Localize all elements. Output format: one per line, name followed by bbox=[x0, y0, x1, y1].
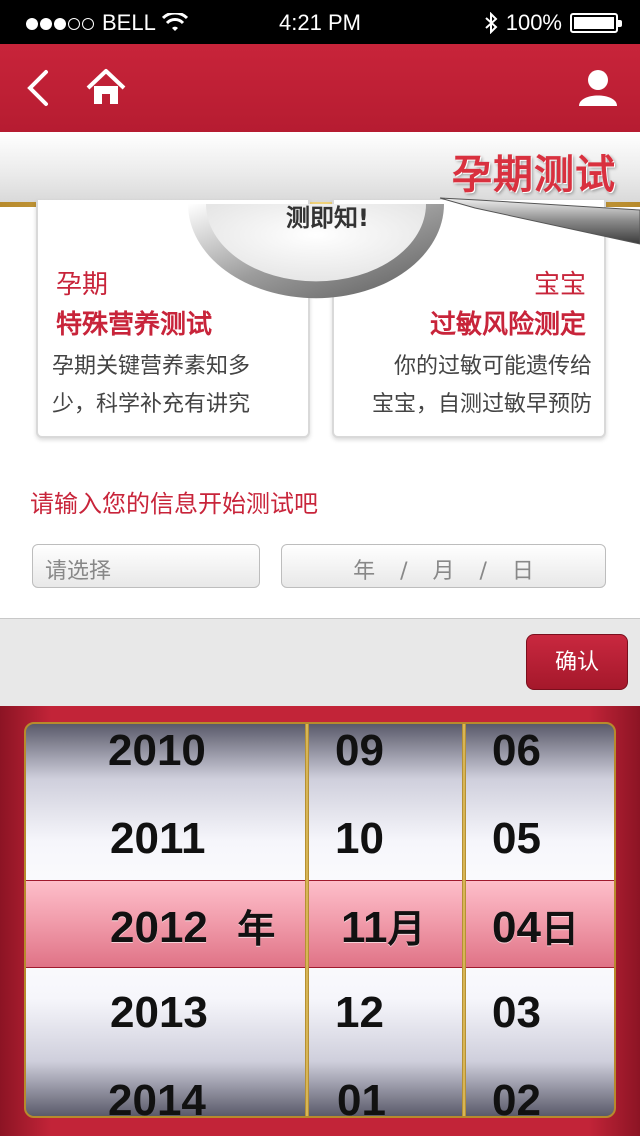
selected-month-value: 11 bbox=[341, 903, 388, 952]
form-prompt: 请输入您的信息开始测试吧 bbox=[30, 490, 318, 518]
card-description: 你的过敏可能遗传给 宝宝，自测过敏早预防 bbox=[336, 348, 592, 424]
selected-day-value: 04 bbox=[492, 903, 541, 952]
card-description-line: 少，科学补充有讲究 bbox=[52, 392, 251, 417]
selected-day: 04日 bbox=[492, 898, 579, 953]
year-option[interactable]: 2014 bbox=[108, 1076, 206, 1116]
back-arrow-icon[interactable] bbox=[18, 66, 62, 110]
year-wheel[interactable]: 2010 2011 2013 2014 2012 年 bbox=[26, 724, 305, 1116]
card-description-line: 孕期关键营养素知多 bbox=[52, 354, 251, 379]
day-option[interactable]: 03 bbox=[492, 988, 541, 1038]
month-unit: 月 bbox=[387, 907, 426, 951]
allergy-test-card[interactable]: 宝宝 过敏风险测定 你的过敏可能遗传给 宝宝，自测过敏早预防 bbox=[332, 200, 606, 438]
month-option[interactable]: 09 bbox=[335, 726, 384, 776]
card-description-line: 宝宝，自测过敏早预防 bbox=[371, 392, 592, 417]
card-description: 孕期关键营养素知多 少，科学补充有讲究 bbox=[52, 348, 302, 424]
battery-icon bbox=[570, 13, 622, 33]
card-title: 特殊营养测试 bbox=[56, 310, 213, 340]
confirm-button[interactable]: 确认 bbox=[526, 634, 628, 690]
status-right-group: 100% bbox=[484, 10, 622, 36]
year-option[interactable]: 2013 bbox=[110, 988, 208, 1038]
day-wheel[interactable]: 06 05 03 02 04日 bbox=[466, 724, 614, 1116]
magnifier-text: 测即知! bbox=[286, 204, 369, 232]
day-option[interactable]: 05 bbox=[492, 814, 541, 864]
date-picker-wheels[interactable]: 2010 2011 2013 2014 2012 年 09 10 12 01 1… bbox=[24, 722, 616, 1118]
month-option[interactable]: 12 bbox=[335, 988, 384, 1038]
battery-percent: 100% bbox=[505, 10, 562, 35]
selected-year: 2012 年 bbox=[110, 898, 275, 953]
day-option[interactable]: 02 bbox=[492, 1076, 541, 1116]
nav-bar bbox=[0, 44, 640, 132]
card-kicker: 孕期 bbox=[56, 270, 109, 300]
stage-select[interactable]: 请选择 bbox=[32, 544, 260, 588]
card-description-line: 你的过敏可能遗传给 bbox=[393, 354, 592, 379]
month-option[interactable]: 01 bbox=[337, 1076, 386, 1116]
selected-year-value: 2012 bbox=[110, 903, 208, 952]
year-option[interactable]: 2010 bbox=[108, 726, 206, 776]
card-kicker: 宝宝 bbox=[533, 270, 586, 300]
bluetooth-icon bbox=[485, 12, 498, 34]
month-option[interactable]: 10 bbox=[335, 814, 384, 864]
year-option[interactable]: 2011 bbox=[110, 814, 205, 864]
home-icon[interactable] bbox=[84, 66, 128, 110]
selected-month: 11月 bbox=[341, 898, 426, 953]
day-unit: 日 bbox=[540, 907, 579, 951]
nutrition-test-card[interactable]: 孕期 特殊营养测试 孕期关键营养素知多 少，科学补充有讲究 bbox=[36, 200, 310, 438]
user-icon[interactable] bbox=[576, 66, 620, 110]
battery-level bbox=[574, 17, 614, 29]
page-title: 孕期测试 bbox=[452, 151, 616, 198]
year-unit: 年 bbox=[237, 907, 276, 951]
card-title: 过敏风险测定 bbox=[429, 310, 586, 340]
day-option[interactable]: 06 bbox=[492, 726, 541, 776]
month-wheel[interactable]: 09 10 12 01 11月 bbox=[309, 724, 462, 1116]
date-field[interactable]: 年 / 月 / 日 bbox=[281, 544, 606, 588]
status-bar: BELL 4:21 PM 100% bbox=[0, 0, 640, 44]
